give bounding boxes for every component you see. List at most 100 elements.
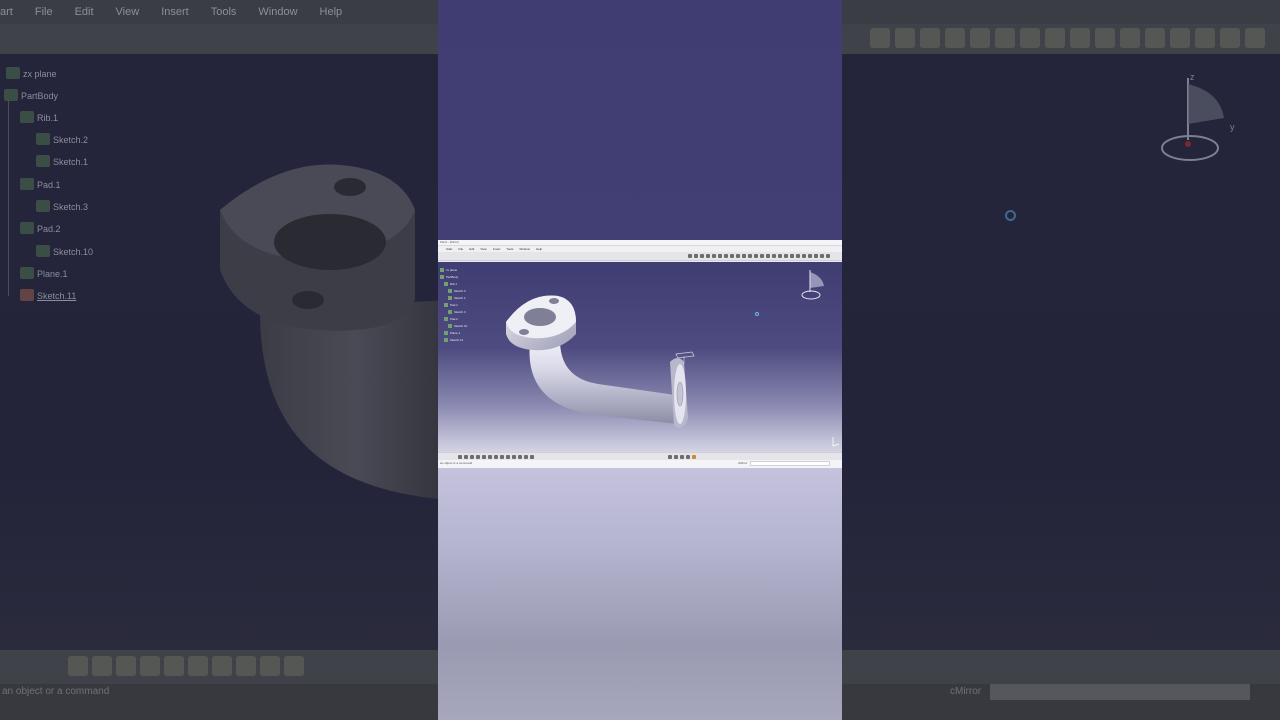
update-icon[interactable] [284, 656, 304, 676]
mini-command-input[interactable] [750, 461, 830, 466]
mini-tool-icon[interactable] [724, 254, 728, 258]
mini-tool-icon[interactable] [674, 455, 678, 459]
table-icon[interactable] [212, 656, 232, 676]
mini-tool-icon[interactable] [668, 455, 672, 459]
mini-tool-icon[interactable] [766, 254, 770, 258]
mini-tool-icon[interactable] [530, 455, 534, 459]
mini-tree-partbody[interactable]: PartBody [440, 274, 467, 281]
bg-tree-sketch2[interactable]: Sketch.2 [36, 133, 88, 145]
bg-menu-help[interactable]: Help [320, 6, 343, 18]
sketch-tool-icon[interactable] [870, 28, 890, 48]
bg-menu-tools[interactable]: Tools [211, 6, 237, 18]
bg-menu-file[interactable]: File [35, 6, 53, 18]
mini-tool-icon[interactable] [814, 254, 818, 258]
pocket-tool-icon[interactable] [920, 28, 940, 48]
bg-tree-plane1[interactable]: Plane.1 [20, 267, 68, 279]
knowledge-icon[interactable] [260, 656, 280, 676]
mini-compass-icon[interactable] [800, 268, 830, 302]
mini-tree-rib[interactable]: Rib.1 [440, 281, 467, 288]
mini-tool-icon[interactable] [512, 455, 516, 459]
bg-compass-icon[interactable]: z y [1160, 70, 1240, 170]
mini-menu-file[interactable]: File [458, 247, 463, 251]
mini-menu-edit[interactable]: Edit [469, 247, 474, 251]
bg-menu-edit[interactable]: Edit [75, 6, 94, 18]
mini-3d-viewport[interactable]: zx plane PartBody Rib.1 Sketch.2 Sketch.… [438, 262, 842, 452]
rib-tool-icon[interactable] [1020, 28, 1040, 48]
bg-menu-view[interactable]: View [116, 6, 140, 18]
mini-tree-sketch1[interactable]: Sketch.1 [440, 295, 467, 302]
mini-tree-sketch10[interactable]: Sketch.10 [440, 323, 467, 330]
bg-tree-rib[interactable]: Rib.1 [20, 111, 58, 123]
slot-tool-icon[interactable] [1045, 28, 1065, 48]
mini-tool-icon[interactable] [700, 254, 704, 258]
sketcher-icon[interactable] [68, 656, 88, 676]
bg-tree-sketch10[interactable]: Sketch.10 [36, 245, 93, 257]
mini-tool-icon[interactable] [458, 455, 462, 459]
bg-tree-zx-plane[interactable]: zx plane [6, 67, 57, 79]
mini-tool-icon[interactable] [718, 254, 722, 258]
apply-material-icon[interactable] [116, 656, 136, 676]
thickness-tool-icon[interactable] [1195, 28, 1215, 48]
mini-tool-icon[interactable] [808, 254, 812, 258]
mini-tool-icon[interactable] [712, 254, 716, 258]
thread-tool-icon[interactable] [1220, 28, 1240, 48]
mini-menu-view[interactable]: View [480, 247, 486, 251]
mini-tool-icon[interactable] [686, 455, 690, 459]
groove-tool-icon[interactable] [970, 28, 990, 48]
mini-menu-insert[interactable]: Insert [493, 247, 501, 251]
mini-tool-icon[interactable] [826, 254, 830, 258]
mini-tree-pad2[interactable]: Pad.2 [440, 316, 467, 323]
mini-tool-icon[interactable] [470, 455, 474, 459]
bg-tree-sketch1[interactable]: Sketch.1 [36, 155, 88, 167]
mini-tree-plane1[interactable]: Plane.1 [440, 330, 467, 337]
mini-tool-icon[interactable] [736, 254, 740, 258]
mini-tool-icon[interactable] [820, 254, 824, 258]
bg-menu-start[interactable]: art [0, 6, 13, 18]
plane-tool-icon[interactable] [1245, 28, 1265, 48]
shell-tool-icon[interactable] [1170, 28, 1190, 48]
mini-tool-icon[interactable] [790, 254, 794, 258]
mini-tool-icon[interactable] [748, 254, 752, 258]
shaft-tool-icon[interactable] [945, 28, 965, 48]
mini-tool-icon[interactable] [754, 254, 758, 258]
law-icon[interactable] [188, 656, 208, 676]
mini-tool-icon[interactable] [500, 455, 504, 459]
measure-icon[interactable] [92, 656, 112, 676]
mini-tool-icon[interactable] [506, 455, 510, 459]
mini-tool-icon[interactable] [518, 455, 522, 459]
formula-icon[interactable] [140, 656, 160, 676]
bg-tree-pad2[interactable]: Pad.2 [20, 222, 61, 234]
mini-tool-icon[interactable] [694, 254, 698, 258]
mini-tree-sketch3[interactable]: Sketch.3 [440, 309, 467, 316]
mini-tool-icon[interactable] [760, 254, 764, 258]
bg-menu-insert[interactable]: Insert [161, 6, 189, 18]
draft-tool-icon[interactable] [1145, 28, 1165, 48]
mini-tool-icon[interactable] [680, 455, 684, 459]
mini-tool-icon[interactable] [742, 254, 746, 258]
analysis-icon[interactable] [236, 656, 256, 676]
mini-tool-icon[interactable] [730, 254, 734, 258]
mini-tool-icon[interactable] [784, 254, 788, 258]
mini-tool-icon[interactable] [706, 254, 710, 258]
mini-tree-sketch11[interactable]: Sketch.11 [440, 337, 467, 344]
mini-tool-icon[interactable] [772, 254, 776, 258]
mini-menu-start[interactable]: Start [446, 247, 452, 251]
chamfer-tool-icon[interactable] [1120, 28, 1140, 48]
mini-tool-icon[interactable] [778, 254, 782, 258]
mini-menu-help[interactable]: Help [536, 247, 542, 251]
mini-tree-zx-plane[interactable]: zx plane [440, 267, 467, 274]
bg-tree-pad1[interactable]: Pad.1 [20, 178, 61, 190]
comment-icon[interactable] [164, 656, 184, 676]
mini-tool-icon[interactable] [482, 455, 486, 459]
mini-tool-icon[interactable] [464, 455, 468, 459]
bg-tree-sketch3[interactable]: Sketch.3 [36, 200, 88, 212]
mini-tool-icon[interactable] [494, 455, 498, 459]
pad-tool-icon[interactable] [895, 28, 915, 48]
mini-tool-icon[interactable] [692, 455, 696, 459]
hole-tool-icon[interactable] [995, 28, 1015, 48]
mini-part-pipe-model[interactable] [498, 292, 738, 442]
bg-tree-sketch11[interactable]: Sketch.11 [20, 289, 76, 301]
mini-menu-window[interactable]: Window [519, 247, 530, 251]
bg-menu-window[interactable]: Window [258, 6, 297, 18]
mini-tree-pad1[interactable]: Pad.1 [440, 302, 467, 309]
